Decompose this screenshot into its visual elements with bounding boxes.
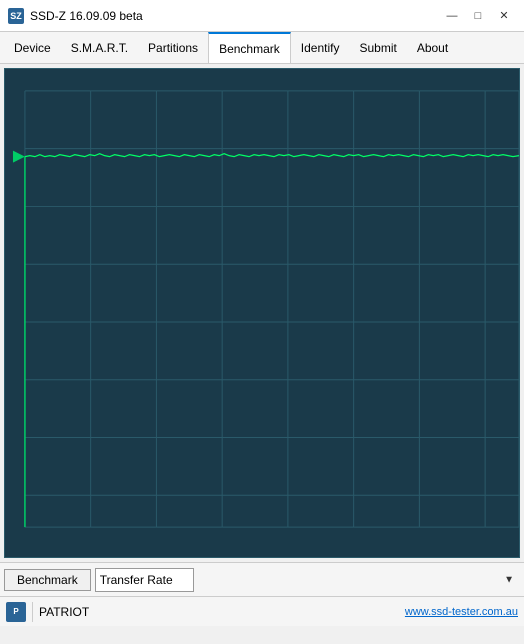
menu-item-submit[interactable]: Submit [349, 32, 406, 63]
status-url[interactable]: www.ssd-tester.com.au [405, 606, 518, 618]
maximize-button[interactable]: □ [466, 6, 490, 26]
menu-item-smart[interactable]: S.M.A.R.T. [61, 32, 138, 63]
menu-item-benchmark[interactable]: Benchmark [208, 32, 291, 63]
menu-item-partitions[interactable]: Partitions [138, 32, 208, 63]
menu-item-device[interactable]: Device [4, 32, 61, 63]
minimize-button[interactable]: — [440, 6, 464, 26]
menu-item-identify[interactable]: Identify [291, 32, 350, 63]
app-icon: SZ [8, 8, 24, 24]
benchmark-chart: 180 Work in Progress - Results Unreliabl… [4, 68, 520, 558]
close-button[interactable]: ✕ [492, 6, 516, 26]
bottom-bar: Benchmark Transfer Rate Sequential Read … [0, 562, 524, 596]
transfer-select-wrapper: Transfer Rate Sequential Read Sequential… [95, 568, 520, 592]
status-bar: P PATRIOT www.ssd-tester.com.au [0, 596, 524, 626]
menu-bar: Device S.M.A.R.T. Partitions Benchmark I… [0, 32, 524, 64]
title-bar-controls: — □ ✕ [440, 6, 516, 26]
transfer-rate-select[interactable]: Transfer Rate Sequential Read Sequential… [95, 568, 194, 592]
device-icon: P [6, 602, 26, 622]
device-name: PATRIOT [39, 605, 89, 619]
benchmark-button[interactable]: Benchmark [4, 569, 91, 591]
title-bar-left: SZ SSD-Z 16.09.09 beta [8, 8, 143, 24]
status-divider [32, 602, 33, 622]
chart-svg [5, 69, 519, 557]
select-arrow-icon: ▼ [504, 574, 514, 585]
window-title: SSD-Z 16.09.09 beta [30, 9, 143, 23]
menu-item-about[interactable]: About [407, 32, 458, 63]
title-bar: SZ SSD-Z 16.09.09 beta — □ ✕ [0, 0, 524, 32]
